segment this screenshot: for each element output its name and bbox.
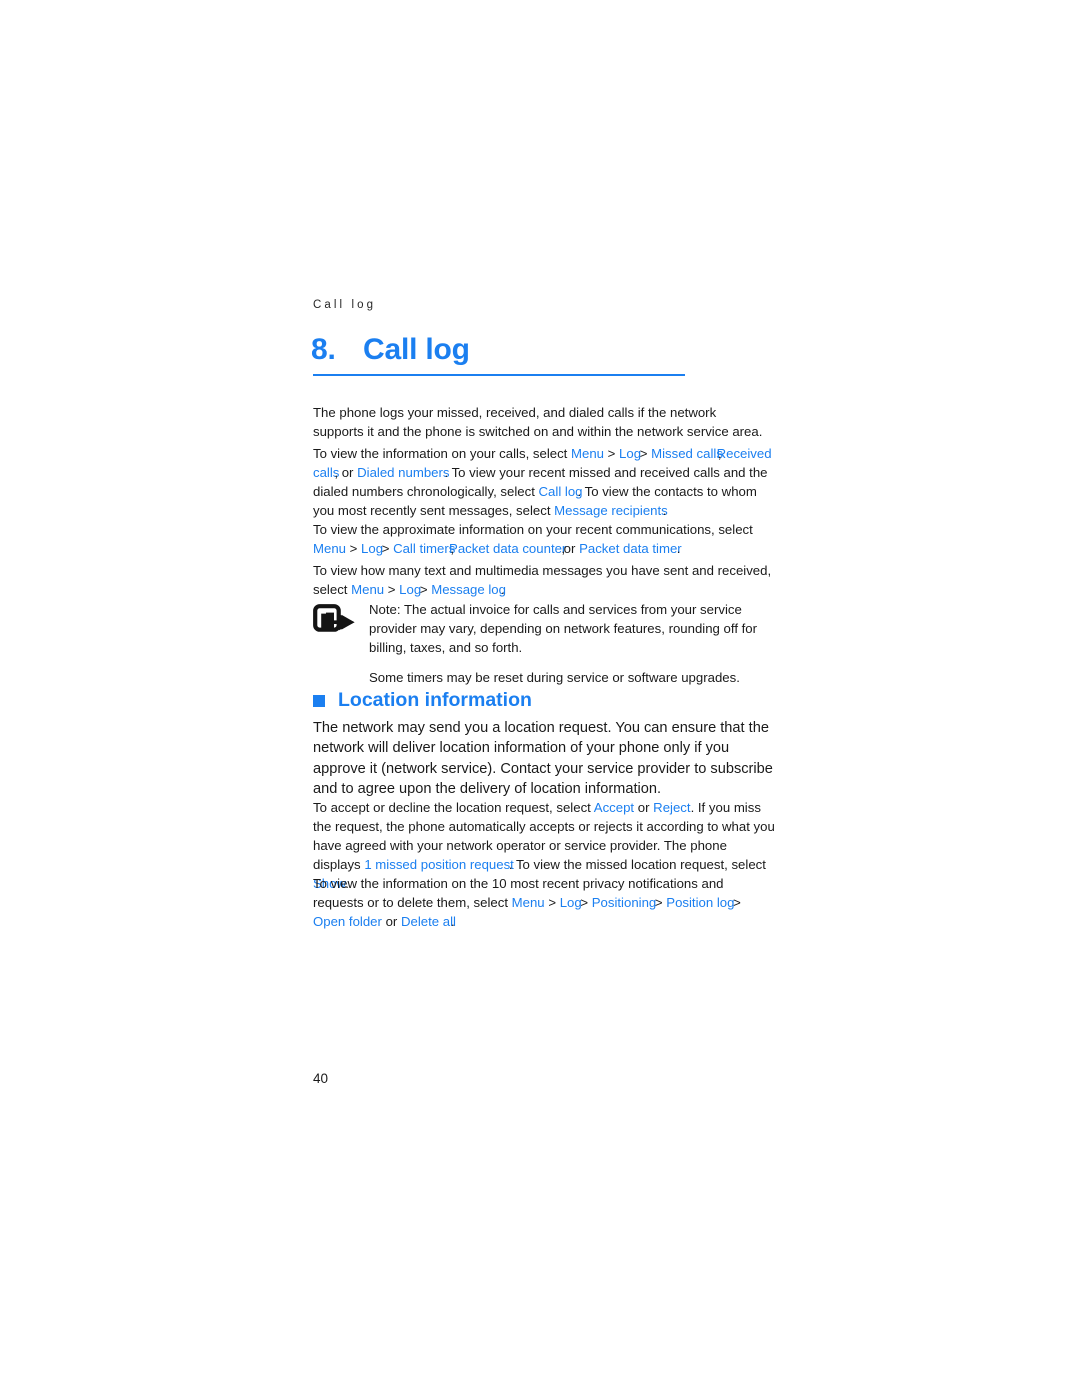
text-seg: or [381, 914, 401, 930]
ui-term-menu: Menu [313, 541, 346, 557]
note-text: Note: The actual invoice for calls and s… [369, 602, 758, 656]
text-seg: To view the approximate information on y… [313, 522, 753, 537]
text-seg: or [560, 541, 580, 557]
ui-term-position-log: Position log [666, 895, 735, 911]
punct: . [662, 503, 667, 519]
ui-term-packet-data-counter: Packet data counter [449, 541, 567, 557]
text-seg: or [338, 465, 358, 481]
ui-term-menu: Menu [511, 895, 545, 911]
ui-term-call-timers: Call timers [393, 541, 456, 557]
text-seg: To view the missed location request, sel… [512, 857, 766, 873]
menu-separator: > [651, 895, 667, 911]
punct: . [676, 541, 681, 557]
paragraph-intro: The phone logs your missed, received, an… [313, 403, 768, 441]
paragraph-approx-info: To view the approximate information on y… [313, 520, 775, 558]
ui-term-open-folder: Open folder [313, 914, 382, 930]
punct: . [450, 914, 455, 930]
ui-term-delete-all: Delete all [400, 914, 456, 930]
punct: . [500, 582, 505, 598]
ui-term-message-recipients: Message recipients [554, 503, 668, 519]
square-bullet-icon [313, 694, 325, 707]
menu-separator: > [384, 582, 400, 598]
title-underline-rule [313, 374, 685, 376]
manual-page: Call log 8. Call log The phone logs your … [0, 0, 1080, 1397]
menu-separator: > [544, 895, 560, 911]
ui-term-packet-data-timer: Packet data timer [579, 541, 682, 557]
menu-separator: > [729, 895, 741, 911]
page-title: 8. Call log [311, 333, 731, 367]
chapter-number: 8. [311, 333, 336, 366]
chapter-title-text: Call log [363, 333, 470, 366]
ui-term-missed-position-request: 1 missed position request [364, 857, 514, 873]
note-text-secondary: Some timers may be reset during service … [369, 670, 740, 686]
note-callout: Note: The actual invoice for calls and s… [369, 600, 769, 687]
ui-term-call-log: Call log [538, 484, 583, 500]
menu-separator: > [378, 541, 394, 557]
ui-term-positioning: Positioning [591, 895, 657, 911]
ui-term-reject: Reject [653, 800, 691, 815]
paragraph-location-intro: The network may send you a location requ… [313, 718, 775, 799]
note-arrow-icon [313, 604, 357, 634]
text-seg: To accept or decline the location reques… [313, 800, 594, 815]
section-heading-location-information: Location information [313, 689, 532, 712]
ui-term-missed-calls: Missed calls [651, 446, 723, 461]
text-seg: To view the information on your calls, s… [313, 446, 572, 461]
menu-separator: > [576, 895, 592, 911]
ui-term-accept: Accept [593, 800, 635, 815]
menu-separator: > [416, 582, 432, 598]
running-head: Call log [313, 299, 377, 311]
page-number: 40 [313, 1071, 329, 1086]
ui-term-menu: Menu [351, 582, 385, 598]
menu-separator: > [636, 446, 652, 461]
intro-line-2: and the phone is switched on and within … [377, 424, 763, 440]
section-heading-label: Location information [338, 689, 532, 711]
paragraph-message-log: To view how many text and multimedia mes… [313, 561, 775, 599]
menu-separator: > [604, 446, 620, 461]
location-intro-text: The network may send you a location requ… [313, 720, 773, 797]
ui-term-dialed-numbers: Dialed numbers [357, 465, 450, 481]
text-seg: or [634, 800, 654, 815]
paragraph-privacy-notifications: To view the information on the 10 most r… [313, 874, 775, 931]
paragraph-view-calls: To view the information on your calls, s… [313, 444, 775, 520]
ui-term-menu: Menu [571, 446, 605, 461]
ui-term-message-log: Message log [431, 582, 506, 598]
menu-separator: > [346, 541, 362, 557]
